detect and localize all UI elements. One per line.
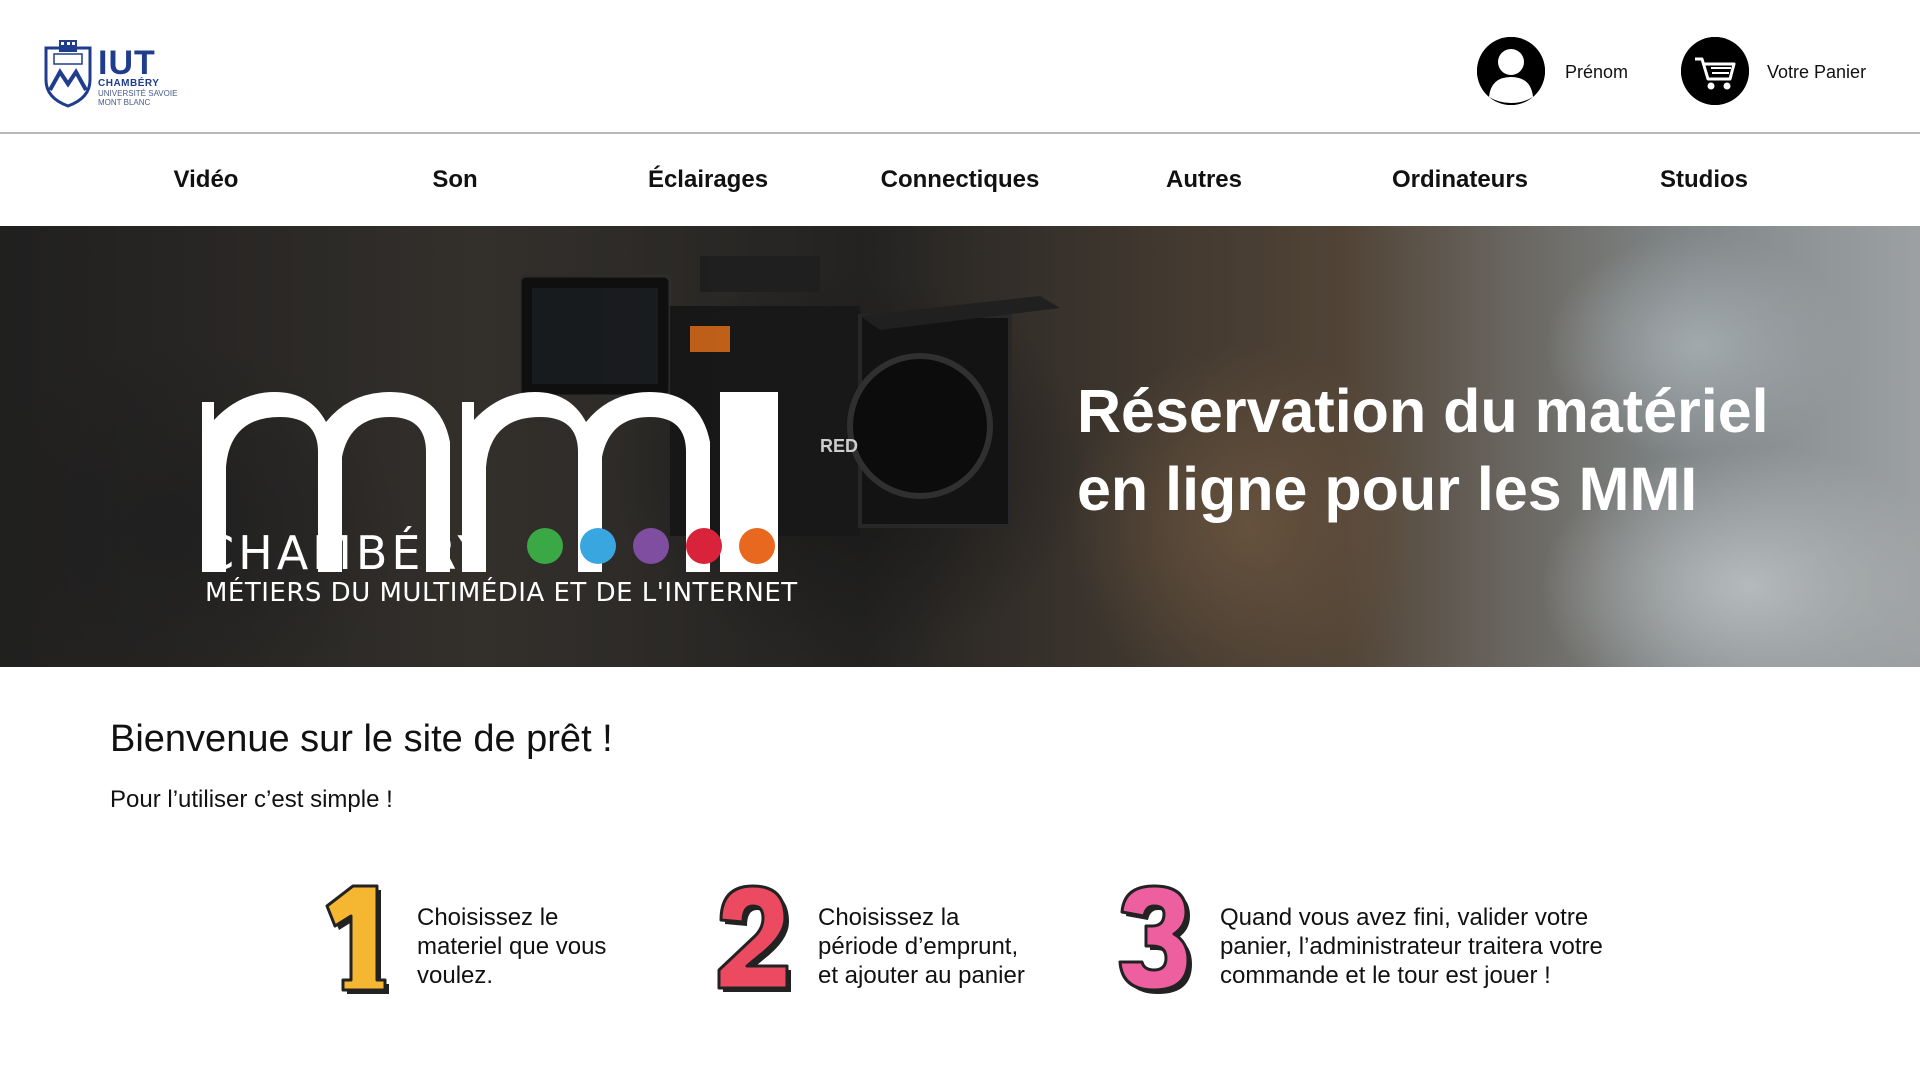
step-1-text: Choisissez le materiel que vous voulez.: [417, 903, 606, 990]
logo-university-line2: MONT BLANC: [98, 98, 151, 107]
hero-title-line2: en ligne pour les MMI: [1077, 455, 1698, 523]
nav-item-ordinateurs[interactable]: Ordinateurs: [1392, 166, 1528, 194]
site-header: IUT CHAMBÉRY UNIVERSITÉ SAVOIE MONT BLAN…: [0, 0, 1920, 134]
step-3-line3: commande et le tour est jouer !: [1220, 962, 1551, 989]
iut-logo[interactable]: IUT CHAMBÉRY UNIVERSITÉ SAVOIE MONT BLAN…: [42, 40, 192, 112]
welcome-subtitle: Pour l’utiliser c’est simple !: [110, 786, 393, 813]
purple-dot: [633, 528, 669, 564]
step-2-number-icon: 2: [713, 880, 791, 992]
nav-item-studios[interactable]: Studios: [1660, 166, 1748, 194]
cart-label[interactable]: Votre Panier: [1767, 62, 1866, 83]
step-1-line1: Choisissez le: [417, 904, 559, 931]
user-silhouette-icon: [1477, 37, 1545, 105]
hero-color-dots: [527, 528, 792, 568]
nav-item-video[interactable]: Vidéo: [174, 166, 239, 194]
logo-iut: IUT: [98, 44, 156, 82]
step-3-line2: panier, l’administrateur traitera votre: [1220, 933, 1603, 960]
step-2-number: 2: [713, 880, 722, 884]
step-1-line3: voulez.: [417, 962, 494, 989]
hero-banner: RED CHAMBÉRY MÉTIERS DU MULTIMÉDIA ET DE…: [0, 226, 1920, 667]
red-dot: [686, 528, 722, 564]
step-1-line2: materiel que vous: [417, 933, 607, 960]
step-3-text: Quand vous avez fini, valider votre pani…: [1220, 903, 1603, 990]
logo-university-line1: UNIVERSITÉ SAVOIE: [98, 89, 178, 98]
welcome-title: Bienvenue sur le site de prêt !: [110, 718, 613, 760]
profile-label[interactable]: Prénom: [1565, 62, 1628, 83]
hero-city: CHAMBÉRY: [202, 526, 490, 580]
step-3-number-icon: 3: [1114, 880, 1192, 994]
blue-dot: [580, 528, 616, 564]
hero-tagline: MÉTIERS DU MULTIMÉDIA ET DE L'INTERNET: [205, 578, 798, 608]
nav-item-connectiques[interactable]: Connectiques: [881, 166, 1040, 194]
step-3-number: 3: [1114, 880, 1123, 884]
nav-item-autres[interactable]: Autres: [1166, 166, 1242, 194]
green-dot: [527, 528, 563, 564]
category-nav: Vidéo Son Éclairages Connectiques Autres…: [0, 136, 1920, 226]
step-1-number-icon: 1: [315, 880, 389, 994]
logo-city: CHAMBÉRY: [98, 78, 160, 89]
nav-item-son[interactable]: Son: [432, 166, 477, 194]
step-2-line2: période d’emprunt,: [818, 933, 1019, 960]
step-2-text: Choisissez la période d’emprunt, et ajou…: [818, 903, 1025, 990]
step-3-line1: Quand vous avez fini, valider votre: [1220, 904, 1589, 931]
cart-glyph-icon: [1681, 37, 1749, 105]
step-2-line3: et ajouter au panier: [818, 962, 1025, 989]
hero-title: Réservation du matériel en ligne pour le…: [1077, 372, 1877, 528]
hero-title-line1: Réservation du matériel: [1077, 377, 1769, 445]
step-2-line1: Choisissez la: [818, 904, 960, 931]
shopping-cart-icon[interactable]: [1681, 37, 1749, 105]
logo-text: IUT CHAMBÉRY UNIVERSITÉ SAVOIE MONT BLAN…: [98, 44, 178, 107]
nav-item-eclairages[interactable]: Éclairages: [648, 166, 768, 194]
orange-dot: [739, 528, 775, 564]
iut-shield-icon: [44, 40, 92, 108]
step-1-number: 1: [315, 880, 324, 884]
user-avatar-icon[interactable]: [1477, 37, 1545, 105]
